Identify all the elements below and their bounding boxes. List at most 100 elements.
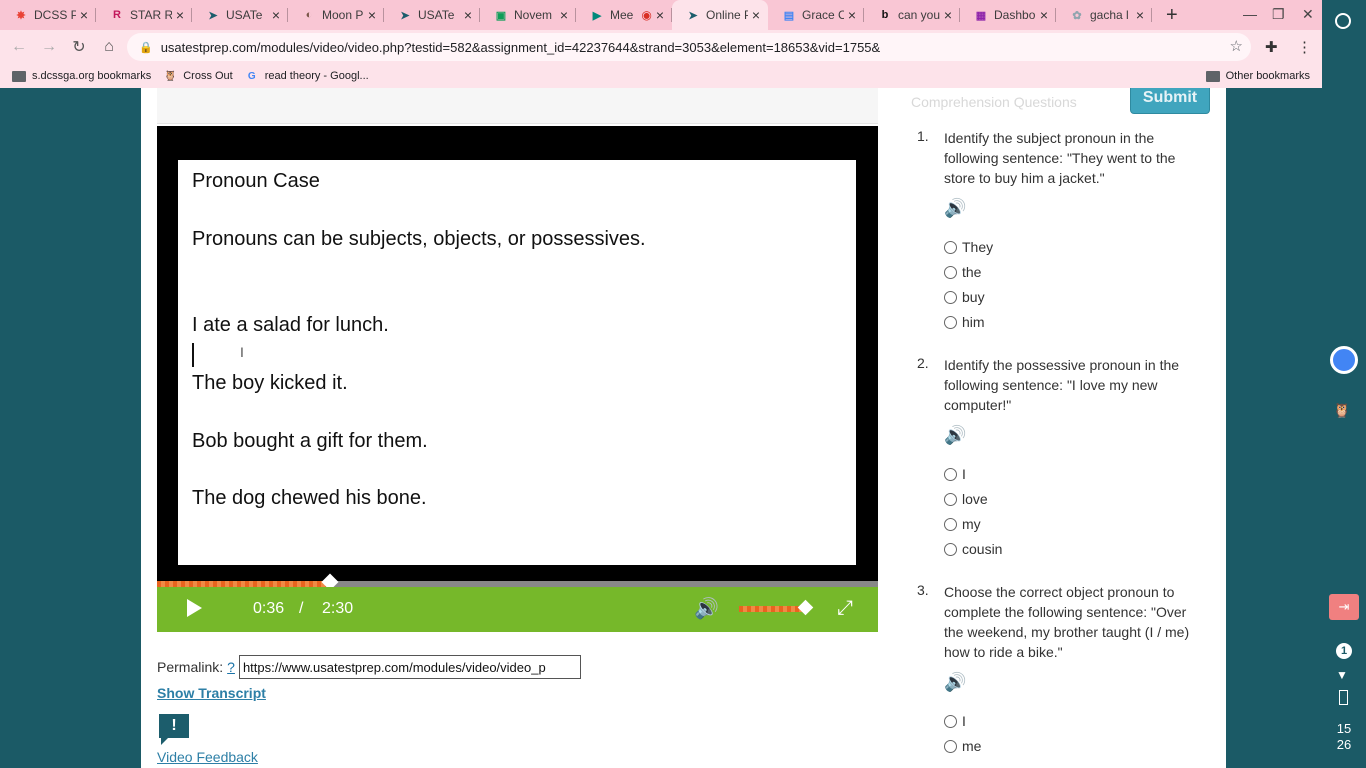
volume-handle[interactable] [797,599,813,616]
close-tab-icon[interactable]: × [464,7,472,23]
reload-icon[interactable]: ↻ [64,37,94,57]
permalink-help-link[interactable]: ? [227,659,235,675]
browser-tab[interactable]: R STAR R × [96,0,192,30]
read-aloud-icon[interactable]: 🔊 [944,425,966,446]
forward-icon[interactable]: → [34,38,64,56]
system-shelf: 🦉 ⇥ 1 ▼ 15 26 [1322,0,1366,768]
radio-button[interactable] [944,714,957,728]
browser-tab[interactable]: ➤ Online P × [672,0,768,30]
chrome-icon[interactable] [1330,346,1358,374]
close-tab-icon[interactable]: × [272,7,280,23]
comprehension-questions-tab[interactable]: Comprehension Questions [911,94,1077,110]
launcher-icon[interactable] [1335,13,1351,29]
clock-hour: 15 [1336,721,1352,736]
owl-extension-icon[interactable]: 🦉 [1333,402,1350,419]
answer-option[interactable]: love [944,491,988,507]
new-tab-icon[interactable]: + [1166,4,1178,27]
bookmark-item[interactable]: 🦉 Cross Out [163,70,233,82]
volume-icon[interactable]: 🔊 [694,596,719,621]
close-tab-icon[interactable]: × [1040,7,1048,23]
close-tab-icon[interactable]: × [944,7,952,23]
browser-tab[interactable]: b can you × [864,0,960,30]
answer-option[interactable]: my [944,516,981,532]
volume-slider[interactable] [739,606,805,612]
answer-option[interactable]: him [944,314,985,330]
exit-icon[interactable]: ⇥ [1329,594,1359,620]
answer-option[interactable]: the [944,264,981,280]
star-r-icon: R [113,9,121,21]
radio-button[interactable] [944,739,957,753]
tab-title: USATe [418,8,455,22]
radio-button[interactable] [944,467,957,481]
browser-tab[interactable]: ✸ DCSS P × [0,0,96,30]
radio-button[interactable] [944,265,957,279]
answer-option[interactable]: They [944,239,993,255]
answer-option[interactable]: buy [944,289,985,305]
play-icon[interactable] [187,599,202,617]
close-tab-icon[interactable]: × [560,7,568,23]
close-tab-icon[interactable]: × [80,7,88,23]
close-tab-icon[interactable]: × [176,7,184,23]
close-tab-icon[interactable]: × [1136,7,1144,23]
tab-title: Dashbo [994,8,1036,22]
video-player[interactable]: Pronoun Case Pronouns can be subjects, o… [157,126,878,632]
system-clock[interactable]: 15 26 [1322,721,1366,753]
radio-button[interactable] [944,517,957,531]
read-aloud-icon[interactable]: 🔊 [944,672,966,693]
battery-icon[interactable] [1339,690,1348,705]
answer-option[interactable]: cousin [944,541,1002,557]
browser-tab[interactable]: ✿ gacha l × [1056,0,1152,30]
slide-line: Bob bought a gift for them. [192,430,428,452]
slide-title: Pronoun Case [192,170,320,192]
tab-strip: ✸ DCSS P × R STAR R × ➤ USATe × ◐ Moon P × ➤ USATe × ▣ N… [0,0,1322,30]
tab-title: STAR R [130,8,172,22]
show-transcript-link[interactable]: Show Transcript [157,685,266,701]
browser-tab[interactable]: ➤ USATe × [192,0,288,30]
browser-tab[interactable]: ▦ Dashbo × [960,0,1056,30]
wifi-icon[interactable]: ▼ [1336,668,1348,682]
menu-icon[interactable]: ⋮ [1297,38,1312,56]
slide-line: The dog chewed his bone. [192,487,427,509]
close-tab-icon[interactable]: × [368,7,376,23]
radio-button[interactable] [944,542,957,556]
back-icon[interactable]: ← [4,38,34,56]
restore-icon[interactable]: ❐ [1272,6,1285,23]
radio-button[interactable] [944,315,957,329]
permalink-field[interactable] [238,655,581,679]
answer-option[interactable]: I [944,466,966,482]
bookmark-item[interactable]: G read theory - Googl... [245,70,369,82]
feedback-icon[interactable]: ! [159,714,189,745]
address-bar[interactable]: 🔒 usatestprep.com/modules/video/video.ph… [127,33,1251,61]
other-bookmarks[interactable]: Other bookmarks [1205,70,1310,82]
home-icon[interactable]: ⌂ [94,38,124,56]
radio-button[interactable] [944,492,957,506]
permalink-label: Permalink: [157,659,224,675]
notification-badge[interactable]: 1 [1336,643,1352,659]
extensions-icon[interactable]: ✚ [1265,38,1278,56]
close-tab-icon[interactable]: × [656,7,664,23]
browser-tab[interactable]: ▣ Novem × [480,0,576,30]
current-time: 0:36 [253,600,285,617]
browser-tab[interactable]: ▶ Mee ◉ × [576,0,672,30]
radio-button[interactable] [944,240,957,254]
submit-button[interactable]: Submit [1130,88,1210,114]
close-tab-icon[interactable]: × [848,7,856,23]
url-text: usatestprep.com/modules/video/video.php?… [160,39,881,55]
dashboard-icon: ▦ [975,9,987,22]
radio-button[interactable] [944,290,957,304]
moon-icon: ◐ [305,9,313,21]
close-window-icon[interactable]: ✕ [1302,6,1314,23]
answer-option[interactable]: me [944,738,981,754]
browser-tab[interactable]: ▤ Grace C × [768,0,864,30]
browser-tab[interactable]: ➤ USATe × [384,0,480,30]
fullscreen-icon[interactable]: ⤢ [837,597,853,620]
bookmark-item[interactable]: s.dcssga.org bookmarks [12,70,151,82]
minimize-icon[interactable]: — [1243,6,1257,22]
question-text: Choose the correct object pronoun to com… [944,584,1190,660]
browser-tab[interactable]: ◐ Moon P × [288,0,384,30]
bookmark-star-icon[interactable]: ☆ [1230,37,1243,55]
video-feedback-link[interactable]: Video Feedback [157,749,258,765]
answer-option[interactable]: I [944,713,966,729]
close-tab-icon[interactable]: × [752,7,760,23]
read-aloud-icon[interactable]: 🔊 [944,198,966,219]
